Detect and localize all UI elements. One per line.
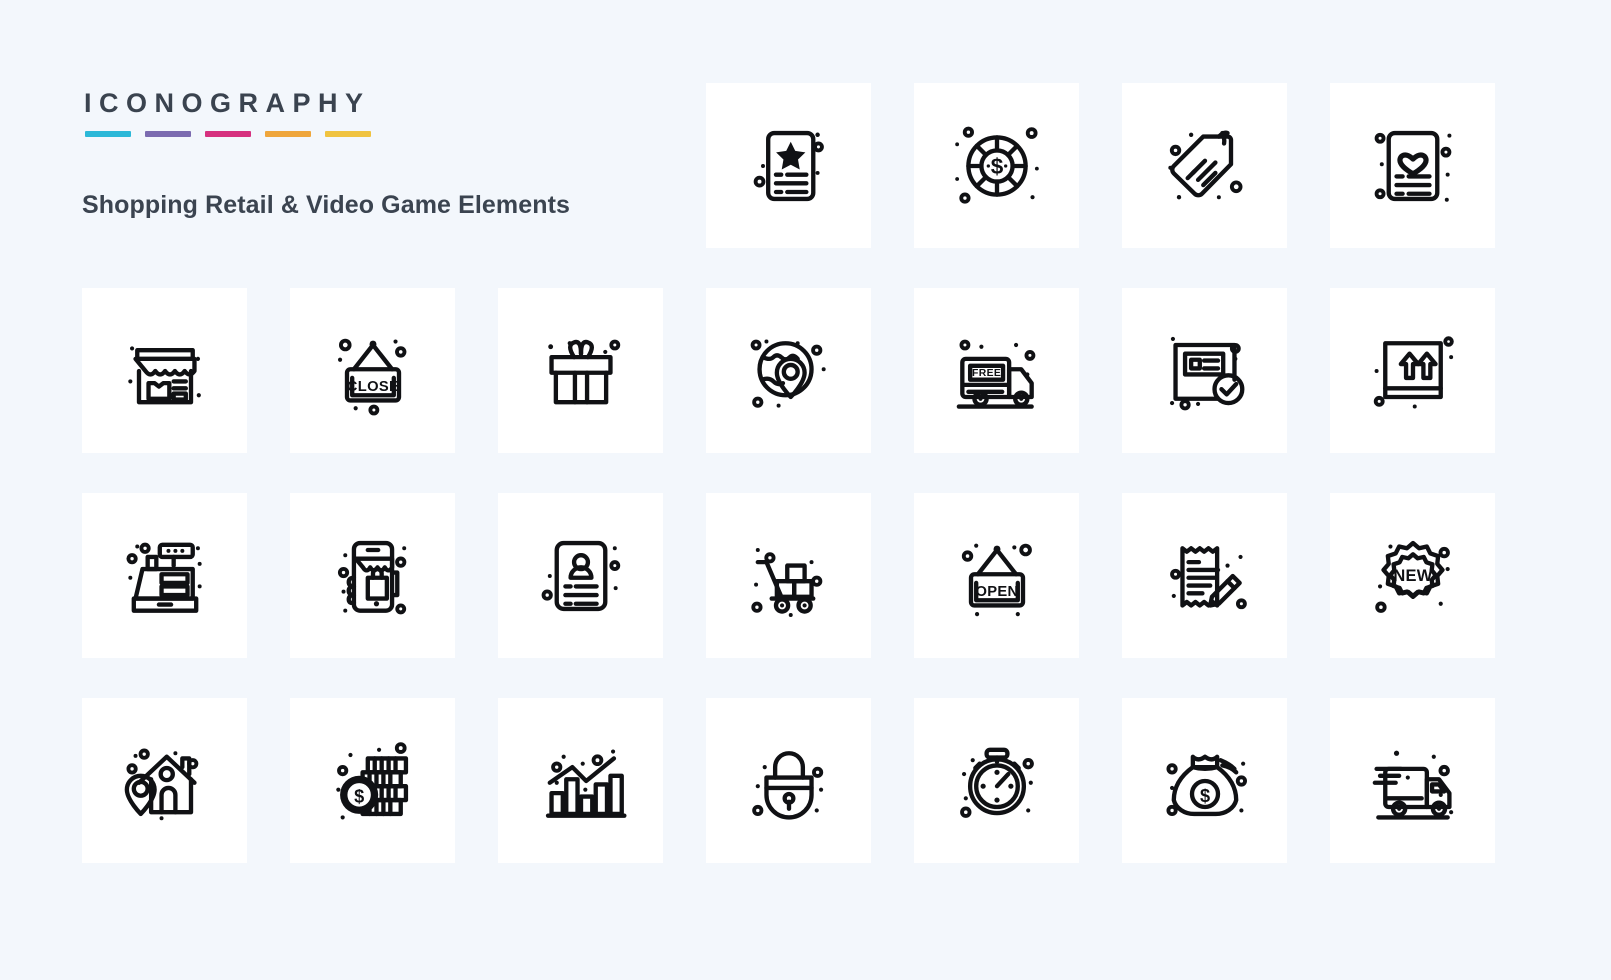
close-sign-label: CLOSE <box>346 378 398 394</box>
icon-tile-mobile-shopping[interactable] <box>290 493 455 658</box>
global-location-icon <box>750 339 826 408</box>
casino-chip-icon: $ <box>954 126 1039 204</box>
id-card-icon <box>541 540 620 611</box>
icon-grid: $ CLOSE FREE OPEN NEW $ $ <box>82 83 1530 863</box>
bar-chart-growth-icon <box>545 748 626 818</box>
gift-box-icon <box>547 339 620 404</box>
icon-tile-casino-chip[interactable]: $ <box>914 83 1079 248</box>
fast-delivery-icon <box>1372 750 1453 820</box>
icon-tile-fast-delivery[interactable] <box>1330 698 1495 863</box>
free-truck-label: FREE <box>972 368 1001 379</box>
home-location-icon <box>124 748 198 820</box>
mobile-shopping-icon <box>337 540 406 614</box>
hand-truck-boxes-icon <box>750 547 822 617</box>
icon-tile-hand-truck[interactable] <box>706 493 871 658</box>
icon-tile-coins-stack[interactable]: $ <box>290 698 455 863</box>
padlock-icon <box>751 750 823 820</box>
stopwatch-icon <box>959 747 1034 818</box>
grid-placeholder <box>82 83 247 248</box>
icon-tile-this-side-up[interactable] <box>1330 288 1495 453</box>
icon-tile-close-sign[interactable]: CLOSE <box>290 288 455 453</box>
icon-tile-cash-register[interactable] <box>82 493 247 658</box>
icon-tile-growth-chart[interactable] <box>498 698 663 863</box>
icon-tile-id-card[interactable] <box>498 493 663 658</box>
coin-dollar-label: $ <box>354 786 364 806</box>
chip-dollar-label: $ <box>990 153 1003 178</box>
icon-tile-verified-card[interactable] <box>1122 288 1287 453</box>
grid-placeholder <box>498 83 663 248</box>
icon-tile-global-location[interactable] <box>706 288 871 453</box>
coins-stack-icon: $ <box>335 741 408 819</box>
icon-tile-new-badge[interactable]: NEW <box>1330 493 1495 658</box>
clothing-store-icon <box>127 345 201 404</box>
wishlist-heart-icon <box>1374 130 1451 202</box>
money-bag-icon: $ <box>1165 754 1247 816</box>
icon-tile-receipt-sign[interactable] <box>1122 493 1287 658</box>
icon-tile-home-location[interactable] <box>82 698 247 863</box>
close-sign-icon: CLOSE <box>337 338 406 415</box>
icon-tile-stopwatch[interactable] <box>914 698 1079 863</box>
icon-pack-poster: ICONOGRAPHY Shopping Retail & Video Game… <box>0 0 1611 980</box>
cash-register-icon <box>125 542 202 613</box>
new-badge-icon: NEW <box>1374 540 1450 613</box>
icon-tile-wishlist[interactable] <box>1330 83 1495 248</box>
receipt-pen-icon <box>1169 545 1247 609</box>
icon-tile-price-tag[interactable] <box>1122 83 1287 248</box>
grid-placeholder <box>290 83 455 248</box>
star-list-icon <box>753 130 824 201</box>
open-sign-label: OPEN <box>975 583 1018 599</box>
icon-tile-star-list[interactable] <box>706 83 871 248</box>
money-bag-dollar-label: $ <box>1199 785 1209 805</box>
icon-tile-free-delivery[interactable]: FREE <box>914 288 1079 453</box>
new-badge-label: NEW <box>1393 567 1432 585</box>
icon-tile-open-sign[interactable]: OPEN <box>914 493 1079 658</box>
price-tag-icon <box>1167 129 1242 199</box>
icon-tile-clothing-store[interactable] <box>82 288 247 453</box>
free-delivery-truck-icon: FREE <box>956 339 1035 409</box>
icon-tile-money-bag[interactable]: $ <box>1122 698 1287 863</box>
this-side-up-box-icon <box>1373 335 1454 409</box>
verified-card-icon <box>1169 336 1244 410</box>
open-sign-icon: OPEN <box>961 543 1032 616</box>
icon-tile-gift-box[interactable] <box>498 288 663 453</box>
icon-tile-padlock[interactable] <box>706 698 871 863</box>
